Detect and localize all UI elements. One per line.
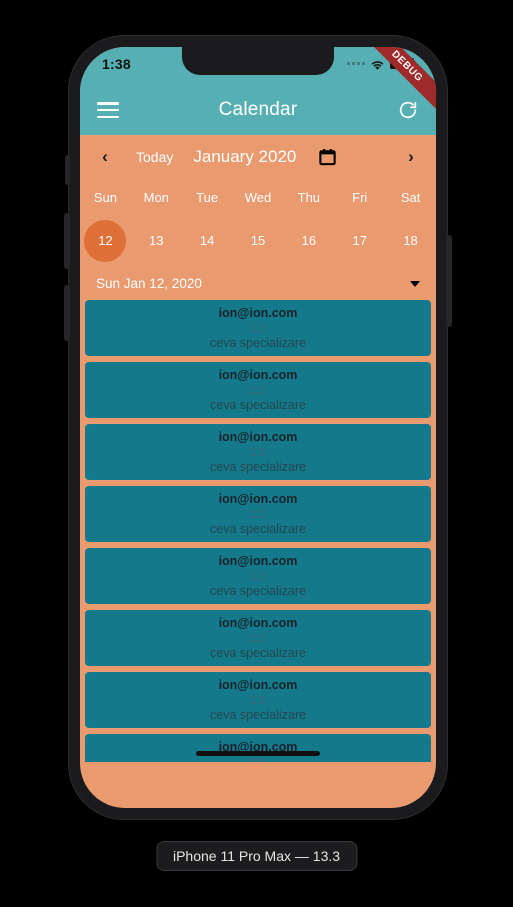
event-card[interactable]: ion@ion.com 1:1 ceva specializare	[85, 548, 431, 604]
event-description: ceva specializare	[210, 707, 306, 722]
phone-screen: 1:38 DEBUG Calendar ‹ Today January 2020…	[80, 47, 436, 808]
event-time: 1:1	[249, 568, 267, 583]
weekday-label: Thu	[297, 189, 321, 205]
today-button[interactable]: Today	[136, 149, 173, 165]
event-description: ceva specializare	[210, 645, 306, 660]
weekday-label: Sun	[93, 189, 117, 205]
day-cell[interactable]: 15	[233, 220, 284, 262]
next-month-button[interactable]: ›	[402, 147, 420, 167]
day-number: 16	[301, 233, 317, 248]
event-title: ion@ion.com	[218, 367, 298, 382]
status-bar: 1:38 DEBUG	[80, 47, 436, 120]
weekday-label: Tue	[196, 189, 219, 205]
device-frame: 1:38 DEBUG Calendar ‹ Today January 2020…	[64, 35, 452, 820]
day-cell[interactable]: 13	[131, 220, 182, 262]
event-time: 1:1	[249, 382, 267, 397]
weekday-row: Sun Mon Tue Wed Thu Fri Sat	[80, 179, 436, 215]
event-title: ion@ion.com	[218, 305, 298, 320]
day-cell[interactable]: 14	[182, 220, 233, 262]
event-card[interactable]: ion@ion.com 1:1 ceva specializare	[85, 486, 431, 542]
day-number: 18	[403, 233, 418, 248]
event-card[interactable]: ion@ion.com 1:1 ceva specializare	[85, 610, 431, 666]
event-time: 1:1	[249, 320, 267, 335]
selected-date-row[interactable]: Sun Jan 12, 2020	[80, 267, 436, 300]
day-number: 15	[250, 233, 266, 248]
chevron-down-icon[interactable]	[410, 280, 420, 287]
device-caption: iPhone 11 Pro Max — 13.3	[155, 841, 358, 871]
calendar-icon[interactable]	[318, 147, 337, 167]
event-card[interactable]: ion@ion.com 1:1 ceva specializare	[85, 362, 431, 418]
screenshot-stage: 1:38 DEBUG Calendar ‹ Today January 2020…	[0, 0, 513, 907]
prev-month-button[interactable]: ‹	[96, 147, 114, 167]
page-title: Calendar	[218, 99, 298, 120]
event-title: ion@ion.com	[218, 615, 298, 630]
app-bar: Calendar	[80, 85, 436, 135]
day-cell[interactable]: 18	[385, 220, 436, 262]
calendar-header: ‹ Today January 2020 ›	[80, 135, 436, 179]
event-description: ceva specializare	[210, 583, 306, 598]
volume-up-button[interactable]	[64, 213, 70, 269]
event-card[interactable]: ion@ion.com 1:1 ceva specializare	[85, 300, 431, 356]
day-number: 17	[352, 233, 367, 248]
day-cell[interactable]: 17	[334, 220, 385, 262]
event-description: ceva specializare	[210, 521, 306, 536]
device-notch	[182, 47, 334, 75]
event-title: ion@ion.com	[218, 677, 298, 692]
day-cell-selected[interactable]: 12	[80, 220, 131, 262]
day-cell[interactable]: 16	[283, 220, 334, 262]
debug-banner-label: DEBUG	[389, 48, 425, 85]
event-time: 1:1	[249, 506, 267, 521]
selected-date-label: Sun Jan 12, 2020	[96, 276, 202, 291]
day-number: 13	[149, 233, 164, 248]
signal-dots-icon	[347, 62, 365, 65]
event-time: 1:1	[249, 444, 267, 459]
volume-down-button[interactable]	[64, 285, 70, 341]
event-title: ion@ion.com	[218, 491, 298, 506]
event-description: ceva specializare	[210, 397, 306, 412]
event-title: ion@ion.com	[218, 553, 298, 568]
power-button[interactable]	[446, 235, 452, 327]
event-card[interactable]: ion@ion.com 1:1 ceva specializare	[85, 734, 431, 762]
event-time: 1:1	[249, 692, 267, 707]
weekday-label: Mon	[143, 189, 169, 205]
day-number-row: 12 13 14 15 16 17 18	[80, 215, 436, 267]
day-number: 12	[84, 220, 127, 262]
mute-switch[interactable]	[65, 155, 70, 185]
status-time: 1:38	[102, 56, 131, 72]
event-title: ion@ion.com	[218, 429, 298, 444]
weekday-label: Fri	[352, 189, 368, 205]
event-time: 1:1	[249, 630, 267, 645]
day-number: 14	[199, 233, 215, 248]
weekday-label: Wed	[244, 189, 272, 205]
event-card[interactable]: ion@ion.com 1:1 ceva specializare	[85, 424, 431, 480]
wifi-icon	[370, 58, 385, 70]
event-description: ceva specializare	[210, 459, 306, 474]
home-indicator[interactable]	[196, 751, 320, 756]
hamburger-menu-icon[interactable]	[97, 102, 119, 118]
month-label: January 2020	[193, 147, 297, 166]
weekday-label: Sat	[400, 189, 421, 205]
refresh-icon[interactable]	[397, 99, 419, 121]
event-list[interactable]: ion@ion.com 1:1 ceva specializare ion@io…	[80, 300, 436, 762]
event-description: ceva specializare	[210, 335, 306, 350]
event-card[interactable]: ion@ion.com 1:1 ceva specializare	[85, 672, 431, 728]
